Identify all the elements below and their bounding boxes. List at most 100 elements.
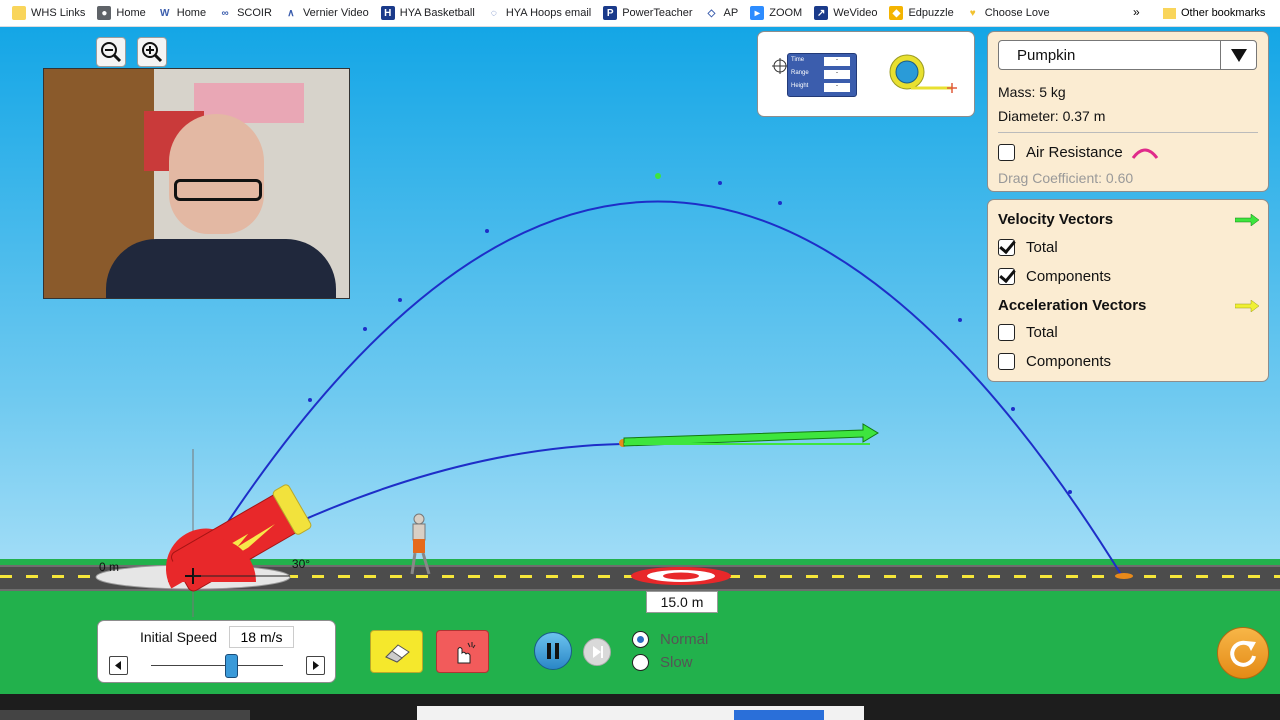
acceleration-total-checkbox[interactable]: Total [998, 324, 1058, 341]
slow-speed-radio[interactable]: Slow [632, 654, 693, 671]
bookmark-powerteacher[interactable]: P PowerTeacher [603, 6, 693, 20]
velocity-components-checkbox[interactable]: Components [998, 268, 1111, 285]
speed-slider-thumb[interactable] [224, 654, 238, 678]
slow-radio-dot[interactable] [632, 654, 649, 671]
speed-increase-button[interactable] [306, 656, 325, 675]
speed-decrease-button[interactable] [109, 656, 128, 675]
apex-marker [655, 173, 661, 179]
bookmark-home[interactable]: ● Home [97, 6, 146, 20]
projectile-panel: Pumpkin Mass: 5 kg Diameter: 0.37 m Air … [987, 31, 1269, 192]
webcam-video [43, 68, 350, 299]
step-icon [593, 646, 603, 658]
bookmark-label: Home [176, 7, 207, 19]
velocity-components-box[interactable] [998, 268, 1015, 285]
range-value: - [824, 70, 850, 79]
bookmark-label: ZOOM [769, 7, 803, 19]
tape-measure-icon [889, 54, 957, 93]
slow-label: Slow [660, 654, 693, 671]
zoom-out-icon [101, 42, 122, 63]
powerteacher-icon: P [603, 6, 618, 20]
velocity-total-checkbox[interactable]: Total [998, 239, 1058, 256]
taskbar [0, 694, 1280, 720]
initial-speed-panel: Initial Speed 18 m/s [97, 620, 336, 683]
projectile-select[interactable]: Pumpkin [998, 40, 1257, 70]
air-resistance-box[interactable] [998, 144, 1015, 161]
acceleration-vectors-heading: Acceleration Vectors [998, 297, 1147, 314]
bookmark-hya-hoops-email[interactable]: ◌ HYA Hoops email [487, 6, 591, 20]
air-resistance-checkbox[interactable]: Air Resistance [998, 144, 1159, 161]
bookmark-label: WHS Links [31, 7, 86, 19]
projectile-selected-value: Pumpkin [1017, 47, 1076, 64]
bookmark-choose-love[interactable]: ♥ Choose Love [966, 6, 1050, 20]
bookmark-label: Choose Love [984, 7, 1050, 19]
bookmark-home[interactable]: W Home [158, 6, 206, 20]
person-head [169, 114, 264, 234]
bookmark-hya-basketball[interactable]: H HYA Basketball [380, 6, 475, 20]
right-arrow-icon [313, 661, 319, 670]
hoops-icon: ◌ [490, 7, 497, 19]
pause-button[interactable] [534, 632, 572, 670]
target-distance-label[interactable]: 15.0 m [646, 591, 718, 613]
velocity-vector [623, 423, 879, 447]
landed-pumpkin [1115, 573, 1133, 579]
scoir-icon: ∞ [221, 7, 229, 19]
measuring-tool[interactable]: Time Range Height - - - [787, 53, 857, 97]
tape-measure-tool[interactable] [889, 54, 965, 96]
zoom-out-button[interactable] [96, 37, 126, 67]
reset-icon [1230, 640, 1256, 667]
bookmark-label: HYA Hoops email [505, 7, 592, 19]
initial-speed-value: 18 m/s [229, 626, 294, 648]
normal-radio-dot[interactable] [632, 631, 649, 648]
cannon-angle-label: 30° [291, 557, 311, 571]
bookmark-scoir[interactable]: ∞ SCOIR [218, 6, 272, 20]
bookmark-wevideo[interactable]: ↗ WeVideo [814, 6, 877, 20]
normal-label: Normal [660, 631, 709, 648]
bookmark-label: Home [116, 7, 146, 19]
divider [998, 132, 1258, 133]
fire-button[interactable] [436, 630, 489, 673]
diameter-text: Diameter: 0.37 m [998, 108, 1106, 124]
bookmark-label: Edpuzzle [908, 7, 954, 19]
step-button[interactable] [583, 638, 611, 666]
acceleration-components-checkbox[interactable]: Components [998, 353, 1111, 370]
velocity-components-label: Components [1026, 268, 1112, 285]
tools-panel: Time Range Height - - - [757, 31, 975, 117]
zoom-in-button[interactable] [137, 37, 167, 67]
velocity-vectors-heading: Velocity Vectors [998, 211, 1114, 228]
acceleration-total-box[interactable] [998, 324, 1015, 341]
other-bookmarks-label: Other bookmarks [1181, 7, 1266, 19]
vernier-icon: ∧ [287, 7, 295, 19]
cannon-height-label: 0 m [98, 560, 119, 574]
ap-icon: ◇ [707, 7, 716, 19]
bookmark-label: Vernier Video [302, 7, 369, 19]
globe-icon: ● [97, 6, 112, 20]
taskbar-item[interactable] [0, 710, 250, 720]
acceleration-components-box[interactable] [998, 353, 1015, 370]
normal-speed-radio[interactable]: Normal [632, 631, 708, 648]
taskbar-active-item[interactable] [734, 710, 824, 720]
crosshair-icon [772, 58, 788, 74]
height-value: - [824, 83, 850, 92]
bookmark-label: WeVideo [833, 7, 878, 19]
drag-coefficient-text: Drag Coefficient: 0.60 [998, 170, 1134, 186]
bookmark-edpuzzle[interactable]: ◆ Edpuzzle [889, 6, 954, 20]
bookmark-zoom[interactable]: ▸ ZOOM [750, 6, 802, 20]
heart-icon: ♥ [969, 7, 976, 19]
reset-button[interactable] [1217, 627, 1269, 679]
bookmark-ap[interactable]: ◇ AP [705, 6, 739, 20]
velocity-total-box[interactable] [998, 239, 1015, 256]
time-label: Time [791, 57, 805, 63]
bookmarks-overflow-button[interactable]: » [1133, 5, 1140, 19]
folder-icon [1163, 7, 1176, 19]
bookmark-vernier-video[interactable]: ∧ Vernier Video [284, 6, 369, 20]
target[interactable] [631, 567, 731, 585]
initial-speed-label: Initial Speed [140, 629, 218, 645]
wevideo-icon: ↗ [814, 6, 829, 20]
other-bookmarks-button[interactable]: Other bookmarks [1163, 0, 1265, 26]
speed-slider-track[interactable] [151, 665, 283, 666]
velocity-arrow-icon [1235, 214, 1259, 226]
eraser-button[interactable] [370, 630, 423, 673]
glasses [174, 179, 262, 201]
bookmark-whs-links[interactable]: WHS Links [12, 6, 85, 20]
bookmark-label: PowerTeacher [622, 7, 693, 19]
